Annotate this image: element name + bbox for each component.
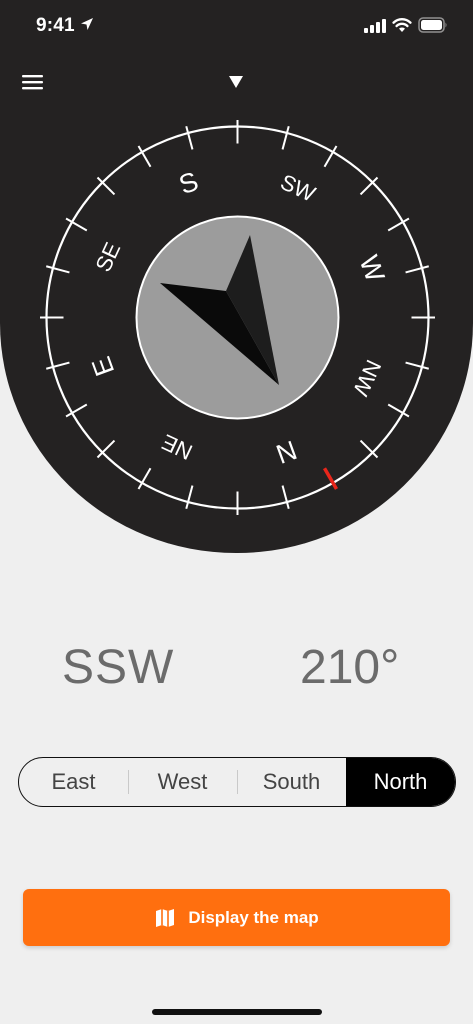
compass-screen: 9:41 N NE E SE S SW W NW SSW 210° East W… [0, 0, 473, 1024]
compass-tick [281, 485, 290, 510]
compass-label-e: E [86, 353, 120, 380]
segment-north[interactable]: North [346, 758, 455, 806]
display-map-label: Display the map [188, 907, 319, 927]
battery-icon [418, 17, 447, 33]
compass-tick [45, 265, 70, 274]
status-time: 9:41 [36, 15, 75, 36]
compass-label-se: SE [90, 238, 125, 275]
compass-label-nw: NW [348, 356, 386, 400]
cellular-signal-icon [364, 19, 386, 33]
segment-east[interactable]: East [19, 758, 128, 806]
compass-tick [45, 361, 70, 370]
degrees-readout: 210° [300, 641, 400, 694]
compass-tick [281, 125, 290, 150]
direction-segmented-control: East West South North [18, 757, 456, 807]
direction-readout: SSW [62, 641, 175, 694]
compass-dial: N NE E SE S SW W NW [40, 120, 435, 515]
folded-map-icon [156, 908, 175, 927]
status-bar: 9:41 [0, 0, 473, 52]
display-map-button[interactable]: Display the map [23, 889, 450, 946]
compass-tick [185, 485, 194, 510]
compass-label-w: W [353, 251, 390, 286]
compass-label-sw: SW [277, 169, 320, 207]
compass-tick [405, 265, 430, 274]
segment-west[interactable]: West [128, 758, 237, 806]
hamburger-menu-icon[interactable] [21, 72, 45, 92]
compass-label-n: N [272, 434, 301, 469]
compass-label-s: S [175, 166, 202, 200]
home-indicator [152, 1009, 322, 1015]
location-arrow-icon [81, 18, 93, 30]
compass-tick [185, 125, 194, 150]
heading-pointer-icon [229, 76, 243, 88]
segment-south[interactable]: South [237, 758, 346, 806]
compass-label-ne: NE [158, 429, 196, 465]
wifi-icon [392, 18, 412, 32]
compass-tick [405, 361, 430, 370]
